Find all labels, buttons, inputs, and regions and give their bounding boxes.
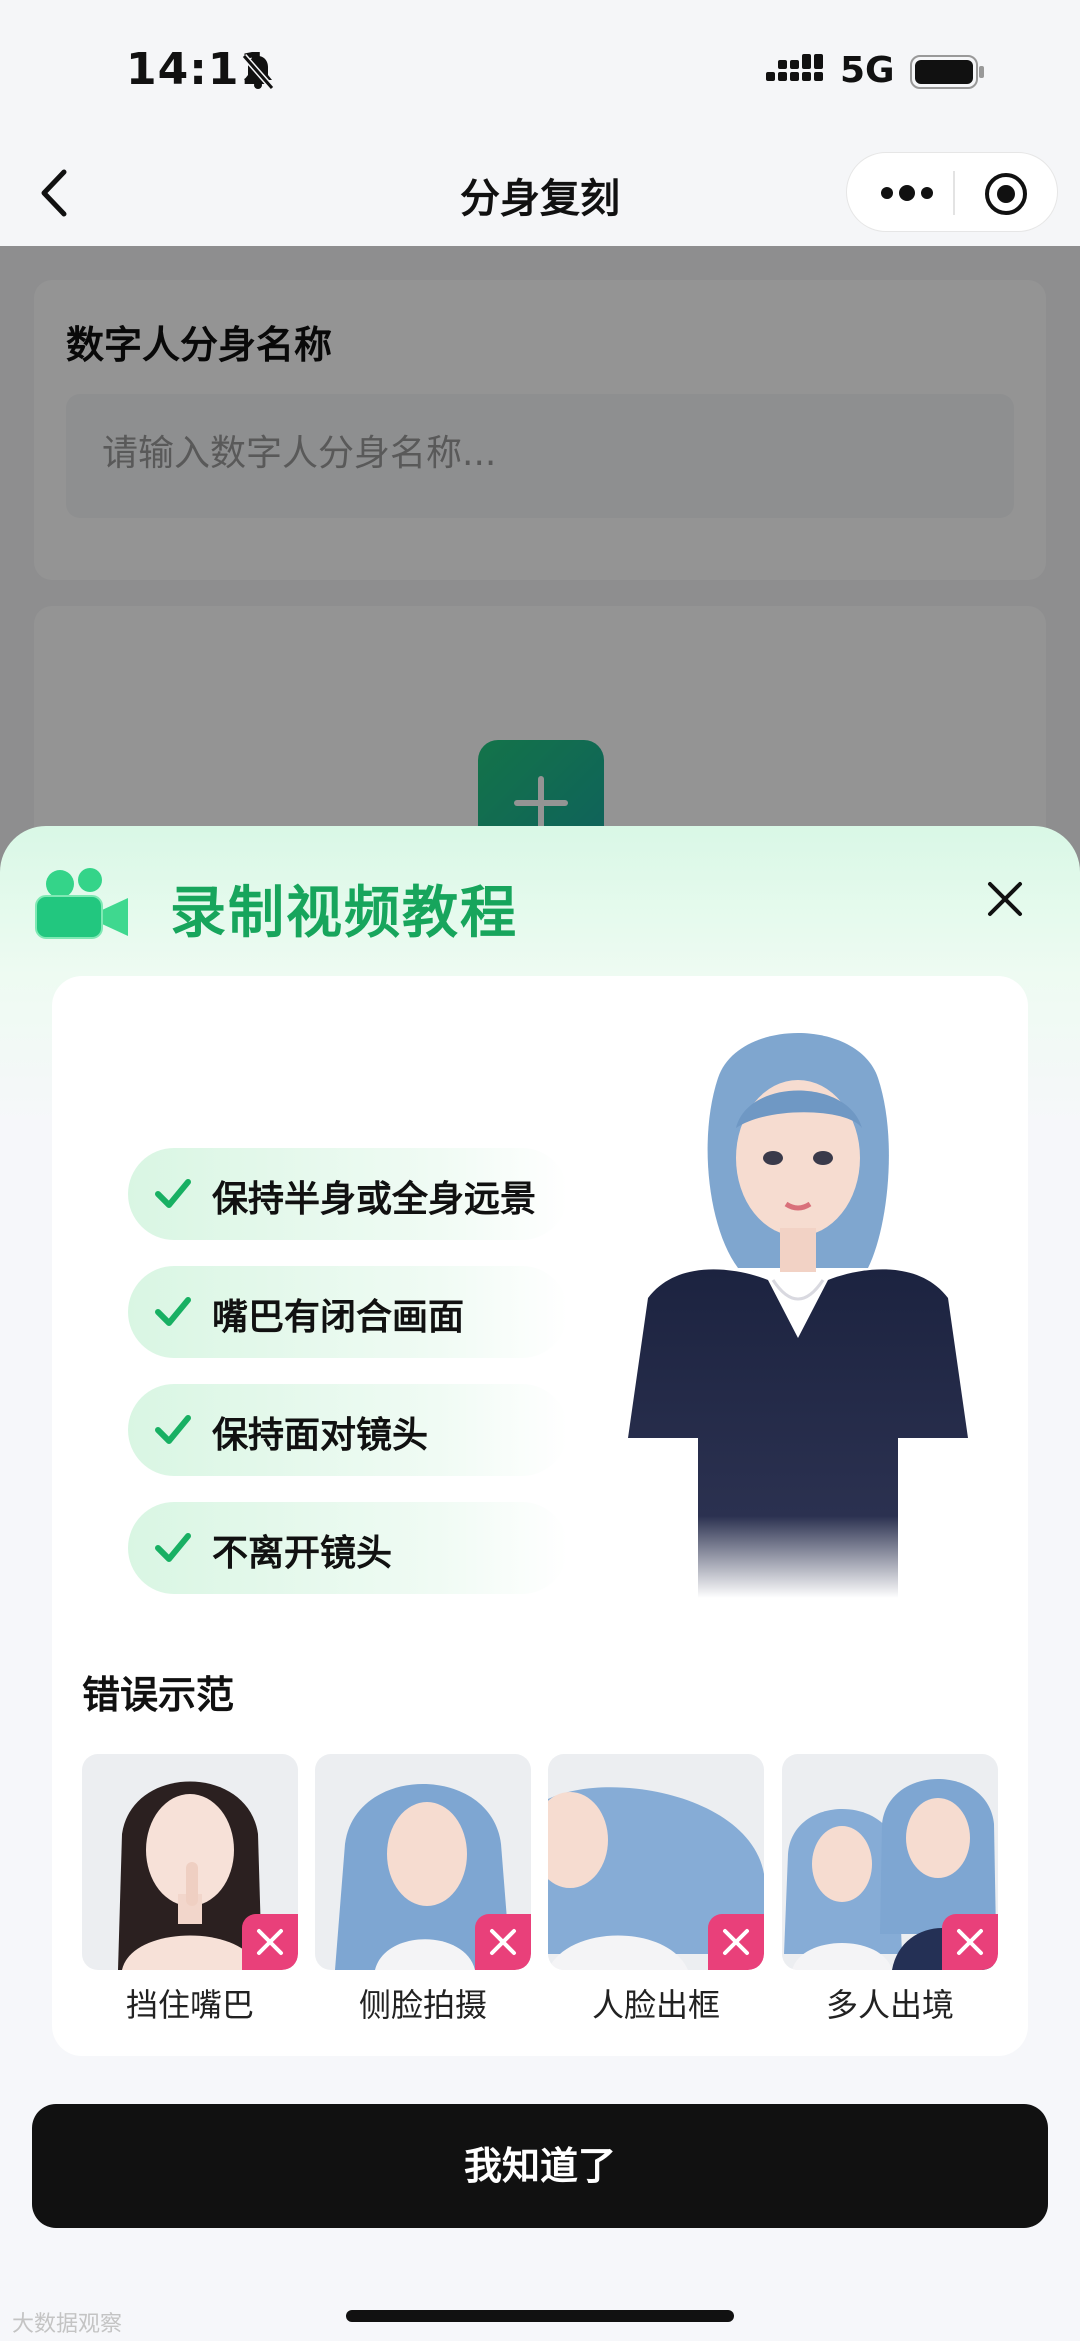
example-thumbnail bbox=[782, 1754, 998, 1970]
example-label: 多人出境 bbox=[825, 1986, 954, 2024]
wrong-examples-list: 挡住嘴巴 侧脸拍摄 人脸出框 多人出境 bbox=[82, 1754, 998, 2034]
close-program-icon[interactable] bbox=[983, 171, 1029, 217]
status-bar: 14:11 5G bbox=[0, 0, 1080, 140]
sheet-title: 录制视频教程 bbox=[170, 881, 518, 946]
x-icon bbox=[723, 1929, 749, 1955]
tip-item: 嘴巴有闭合画面 bbox=[128, 1266, 568, 1358]
tutorial-sheet: 录制视频教程 保持半身或全身远景 嘴巴有闭合画面 保持面对镜头 不离开镜头 错误… bbox=[0, 826, 1080, 2341]
check-icon bbox=[155, 1415, 191, 1444]
example-label: 人脸出框 bbox=[591, 1986, 720, 2024]
example-label: 挡住嘴巴 bbox=[125, 1986, 254, 2024]
check-icon bbox=[155, 1297, 191, 1326]
error-badge bbox=[942, 1914, 998, 1970]
error-badge bbox=[475, 1914, 531, 1970]
more-dots-icon[interactable] bbox=[877, 175, 937, 211]
network-type: 5G bbox=[840, 50, 895, 91]
example-thumbnail bbox=[82, 1754, 298, 1970]
signal-icon bbox=[766, 54, 823, 81]
tip-text: 不离开镜头 bbox=[212, 1533, 393, 1574]
confirm-button[interactable]: 我知道了 bbox=[32, 2104, 1048, 2228]
wrong-examples-title: 错误示范 bbox=[82, 1673, 235, 1717]
watermark: 大数据观察 bbox=[12, 2312, 123, 2337]
tip-text: 保持面对镜头 bbox=[212, 1415, 429, 1456]
x-icon bbox=[257, 1929, 283, 1955]
mute-bell-icon bbox=[241, 54, 275, 90]
video-camera-icon bbox=[35, 868, 128, 939]
example-thumbnail bbox=[315, 1754, 531, 1970]
tip-text: 嘴巴有闭合画面 bbox=[212, 1297, 465, 1338]
battery-icon bbox=[910, 55, 984, 89]
error-badge bbox=[242, 1914, 298, 1970]
tip-item: 保持面对镜头 bbox=[128, 1384, 568, 1476]
example-thumbnail bbox=[548, 1754, 764, 1970]
tip-item: 保持半身或全身远景 bbox=[128, 1148, 568, 1240]
check-icon bbox=[155, 1533, 191, 1562]
check-icon bbox=[155, 1179, 191, 1208]
close-icon[interactable] bbox=[984, 878, 1026, 920]
capsule-divider bbox=[953, 171, 955, 215]
error-badge bbox=[708, 1914, 764, 1970]
tip-text: 保持半身或全身远景 bbox=[212, 1179, 537, 1220]
x-icon bbox=[490, 1929, 516, 1955]
x-icon bbox=[957, 1929, 983, 1955]
example-label: 侧脸拍摄 bbox=[358, 1986, 487, 2024]
nav-bar: 分身复刻 bbox=[0, 140, 1080, 246]
mini-program-capsule bbox=[846, 152, 1058, 232]
model-illustration bbox=[628, 1033, 968, 1598]
tutorial-content-card: 保持半身或全身远景 嘴巴有闭合画面 保持面对镜头 不离开镜头 错误示范 挡住嘴巴… bbox=[52, 976, 1028, 2056]
tip-item: 不离开镜头 bbox=[128, 1502, 568, 1594]
home-indicator[interactable] bbox=[346, 2310, 734, 2322]
